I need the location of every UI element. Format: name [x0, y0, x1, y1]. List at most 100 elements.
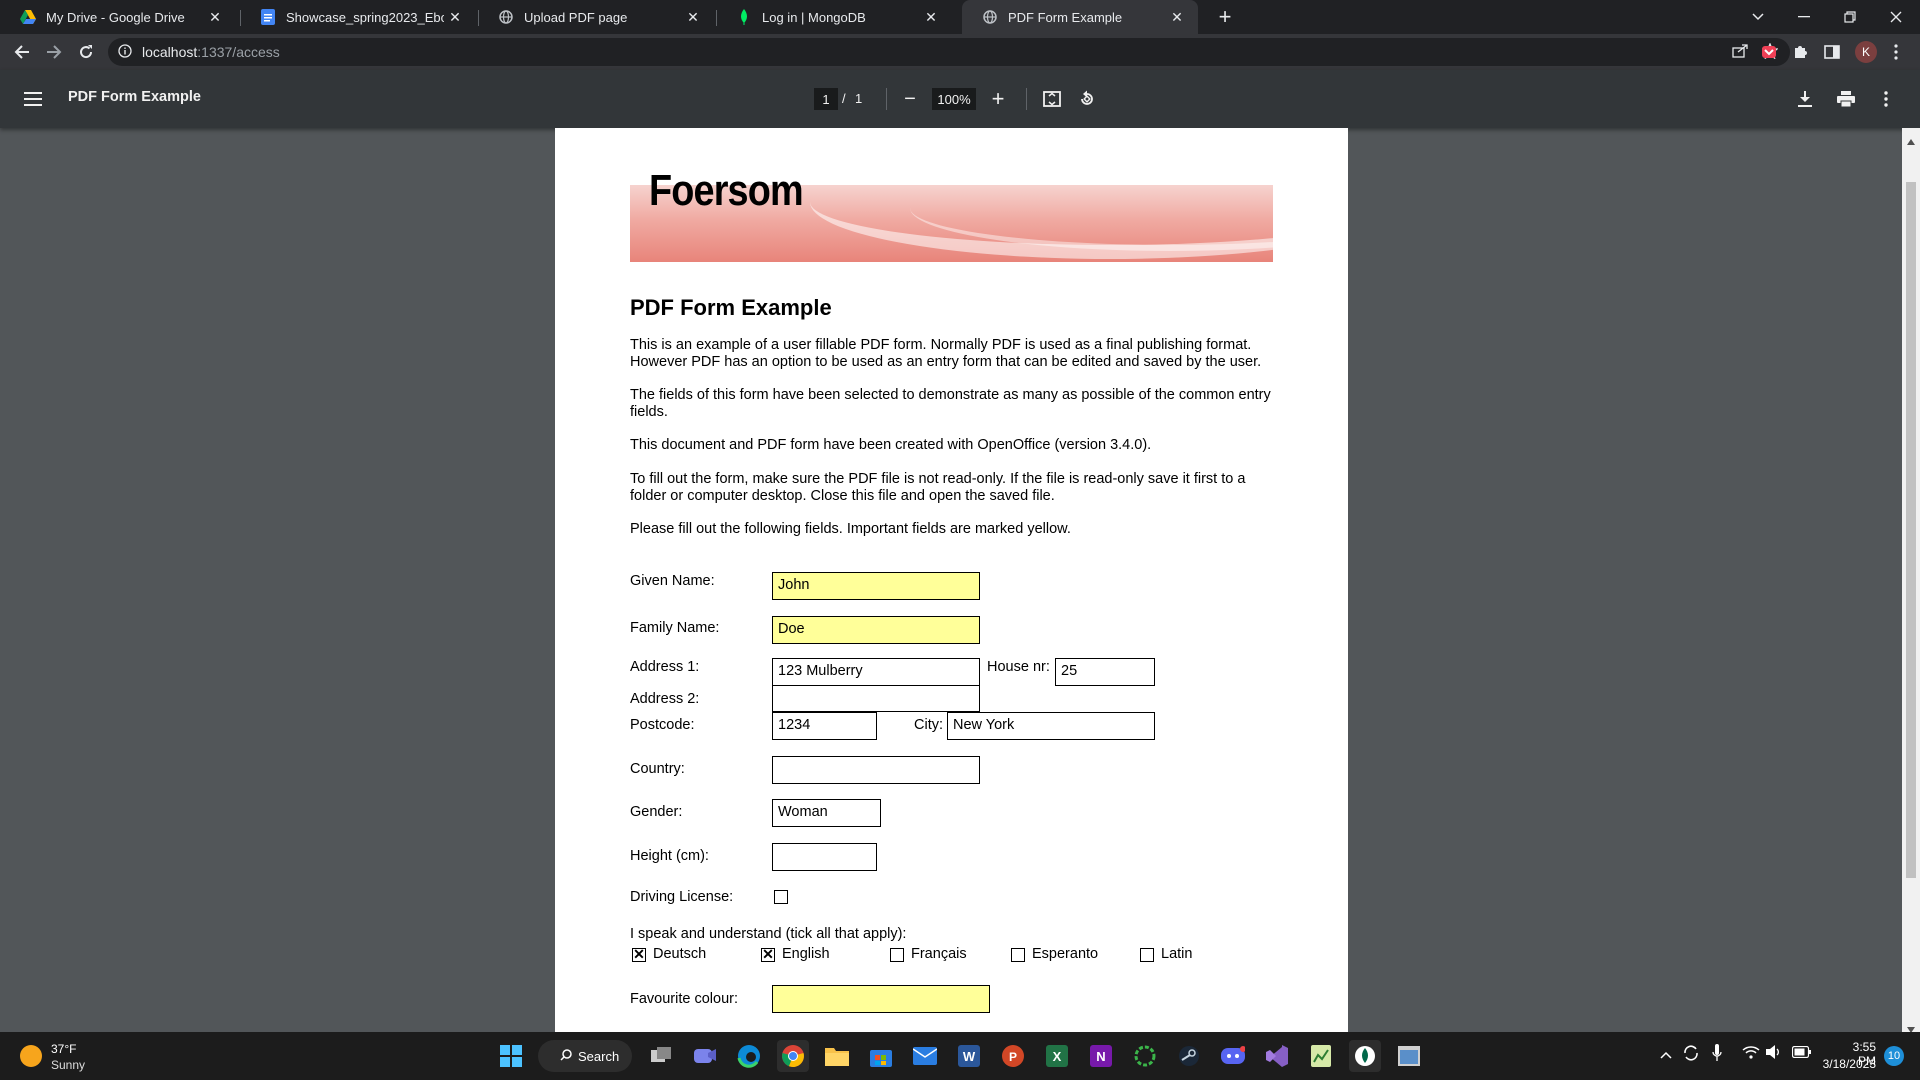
- svg-text:P: P: [1009, 1050, 1017, 1064]
- more-options-icon[interactable]: [1874, 87, 1898, 111]
- notification-badge[interactable]: 10: [1884, 1046, 1904, 1066]
- close-tab-icon[interactable]: ✕: [920, 9, 942, 26]
- share-icon[interactable]: [1732, 43, 1748, 61]
- extensions-puzzle-icon[interactable]: [1788, 40, 1812, 64]
- task-view-icon[interactable]: [645, 1040, 677, 1072]
- wifi-icon[interactable]: [1742, 1045, 1760, 1062]
- given-name-label: Given Name:: [630, 573, 715, 589]
- height-label: Height (cm):: [630, 848, 709, 864]
- globe-icon: [498, 9, 514, 25]
- forward-button[interactable]: [42, 40, 66, 64]
- mongodb-compass-icon[interactable]: [1349, 1040, 1381, 1072]
- notepad-chart-icon[interactable]: [1305, 1040, 1337, 1072]
- close-tab-icon[interactable]: ✕: [204, 9, 226, 26]
- favourite-colour-field[interactable]: [772, 985, 990, 1013]
- minimize-button[interactable]: [1781, 0, 1827, 34]
- height-field[interactable]: [772, 843, 877, 871]
- close-tab-icon[interactable]: ✕: [682, 9, 704, 26]
- mail-icon[interactable]: [909, 1040, 941, 1072]
- steam-icon[interactable]: [1173, 1040, 1205, 1072]
- pdf-title: PDF Form Example: [68, 89, 201, 105]
- loading-ring-app-icon[interactable]: [1129, 1040, 1161, 1072]
- download-icon[interactable]: [1793, 87, 1817, 111]
- teams-chat-icon[interactable]: [689, 1040, 721, 1072]
- family-name-field[interactable]: Doe: [772, 616, 980, 644]
- page-total: 1: [855, 91, 863, 106]
- excel-icon[interactable]: X: [1041, 1040, 1073, 1072]
- fit-to-page-icon[interactable]: [1040, 87, 1064, 111]
- microsoft-store-icon[interactable]: [865, 1040, 897, 1072]
- page-number-input[interactable]: 1: [814, 88, 838, 110]
- edge-browser-icon[interactable]: [733, 1040, 765, 1072]
- battery-icon[interactable]: [1791, 1045, 1812, 1061]
- scroll-up-arrow-icon[interactable]: [1907, 132, 1915, 150]
- address1-field[interactable]: 123 Mulberry: [772, 658, 980, 686]
- zoom-level-input[interactable]: 100%: [932, 88, 976, 110]
- tab-google-drive[interactable]: My Drive - Google Drive ✕: [0, 0, 236, 34]
- site-info-icon[interactable]: [118, 43, 132, 61]
- house-nr-field[interactable]: 25: [1055, 658, 1155, 686]
- given-name-field[interactable]: John: [772, 572, 980, 600]
- driving-license-checkbox[interactable]: [774, 890, 788, 904]
- pocket-extension-icon[interactable]: [1757, 40, 1781, 64]
- weather-temp: 37°F: [51, 1042, 77, 1056]
- city-field[interactable]: New York: [947, 712, 1155, 740]
- windows-taskbar: 37°F Sunny Search W P X N 3:55 PM 3/18/2…: [0, 1032, 1920, 1080]
- word-icon[interactable]: W: [953, 1040, 985, 1072]
- readonly-paragraph: To fill out the form, make sure the PDF …: [630, 471, 1246, 504]
- driving-license-label: Driving License:: [630, 889, 734, 905]
- page-separator: /: [842, 91, 846, 106]
- tab-search-button[interactable]: [1735, 0, 1781, 34]
- vertical-scrollbar[interactable]: [1902, 128, 1920, 1033]
- search-icon: [560, 1048, 572, 1064]
- show-hidden-icons-chevron-icon[interactable]: [1660, 1047, 1672, 1062]
- visual-studio-icon[interactable]: [1261, 1040, 1293, 1072]
- country-field[interactable]: [772, 756, 980, 784]
- discord-icon[interactable]: [1217, 1040, 1249, 1072]
- clock-date[interactable]: 3/18/2023: [1822, 1057, 1876, 1071]
- close-window-button[interactable]: [1873, 0, 1919, 34]
- menu-hamburger-icon[interactable]: [20, 87, 46, 111]
- rotate-icon[interactable]: [1075, 87, 1099, 111]
- browser-menu-icon[interactable]: [1884, 40, 1908, 64]
- sync-icon[interactable]: [1682, 1044, 1700, 1065]
- reload-button[interactable]: [74, 40, 98, 64]
- tab-showcase-ebook[interactable]: Showcase_spring2023_Ebook_PD ✕: [240, 0, 476, 34]
- latin-checkbox[interactable]: [1140, 948, 1154, 962]
- address2-label: Address 2:: [630, 691, 700, 707]
- side-panel-icon[interactable]: [1820, 40, 1844, 64]
- english-checkbox[interactable]: ✕: [761, 947, 775, 962]
- new-tab-button[interactable]: +: [1210, 0, 1240, 34]
- tab-mongodb-login[interactable]: Log in | MongoDB ✕: [716, 0, 952, 34]
- close-tab-icon[interactable]: ✕: [444, 9, 466, 26]
- close-tab-icon[interactable]: ✕: [1166, 9, 1188, 26]
- back-button[interactable]: [10, 40, 34, 64]
- print-icon[interactable]: [1834, 87, 1858, 111]
- weather-sun-icon[interactable]: [20, 1045, 42, 1067]
- window-app-icon[interactable]: [1393, 1040, 1425, 1072]
- address-bar[interactable]: localhost:1337/access: [108, 38, 1790, 66]
- file-explorer-icon[interactable]: [821, 1040, 853, 1072]
- tab-upload-pdf[interactable]: Upload PDF page ✕: [478, 0, 714, 34]
- esperanto-checkbox[interactable]: [1011, 948, 1025, 962]
- chrome-browser-icon[interactable]: [777, 1040, 809, 1072]
- postcode-field[interactable]: 1234: [772, 712, 877, 740]
- address2-field[interactable]: [772, 685, 980, 712]
- onenote-icon[interactable]: N: [1085, 1040, 1117, 1072]
- url-path: :1337/access: [197, 44, 280, 60]
- profile-avatar[interactable]: K: [1854, 40, 1878, 64]
- gender-field[interactable]: Woman: [772, 799, 881, 827]
- francais-checkbox[interactable]: [890, 948, 904, 962]
- zoom-in-button[interactable]: +: [986, 86, 1010, 112]
- volume-icon[interactable]: [1766, 1045, 1784, 1062]
- restore-button[interactable]: [1827, 0, 1873, 34]
- taskbar-search-box[interactable]: Search: [538, 1040, 632, 1072]
- deutsch-checkbox[interactable]: ✕: [632, 947, 646, 962]
- start-windows-icon[interactable]: [495, 1040, 527, 1072]
- scrollbar-thumb[interactable]: [1906, 182, 1916, 878]
- powerpoint-icon[interactable]: P: [997, 1040, 1029, 1072]
- document-heading: PDF Form Example: [630, 295, 832, 320]
- zoom-out-button[interactable]: −: [898, 86, 922, 112]
- microphone-icon[interactable]: [1712, 1044, 1722, 1065]
- tab-pdf-form-example[interactable]: PDF Form Example ✕: [962, 0, 1198, 34]
